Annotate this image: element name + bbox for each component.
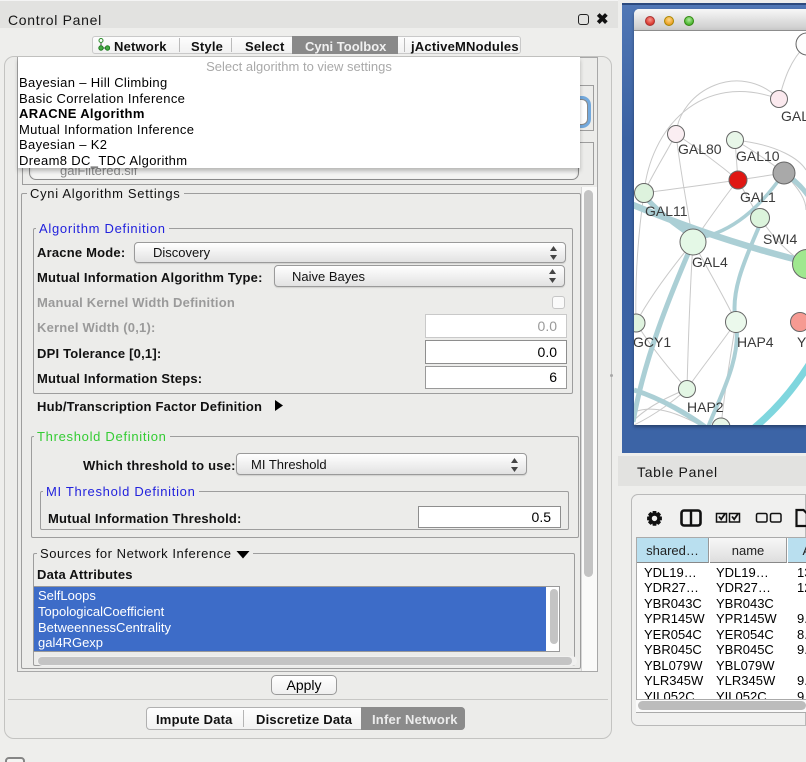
svg-text:GAL: GAL bbox=[781, 108, 806, 124]
svg-text:HAP2: HAP2 bbox=[687, 399, 724, 415]
svg-text:GAL80: GAL80 bbox=[678, 141, 722, 157]
svg-text:GCY1: GCY1 bbox=[634, 334, 671, 350]
svg-text:GAL11: GAL11 bbox=[645, 203, 688, 219]
svg-text:GAL1: GAL1 bbox=[740, 189, 776, 205]
svg-text:Y: Y bbox=[797, 334, 806, 350]
svg-text:GAL10: GAL10 bbox=[736, 148, 780, 164]
svg-text:GAL4: GAL4 bbox=[692, 254, 728, 270]
svg-text:SWI4: SWI4 bbox=[763, 231, 797, 247]
svg-text:HAP4: HAP4 bbox=[737, 334, 774, 350]
